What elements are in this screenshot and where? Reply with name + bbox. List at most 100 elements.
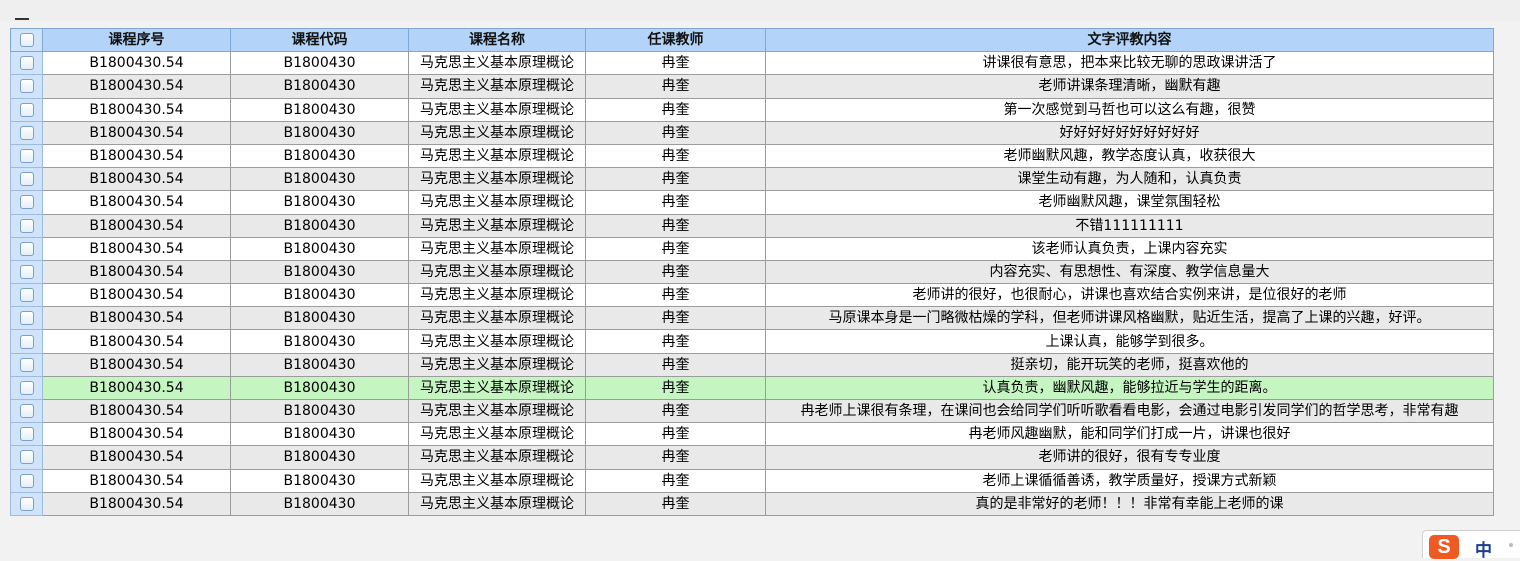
row-select-cell[interactable] xyxy=(10,306,43,331)
row-checkbox[interactable] xyxy=(19,288,34,303)
table-row[interactable]: B1800430.54 B1800430 马克思主义基本原理概论 冉奎 冉老师上课很有条… xyxy=(10,398,1494,424)
row-checkbox[interactable] xyxy=(19,56,34,71)
column-header-code[interactable]: 课程代码 xyxy=(230,27,409,53)
row-select-cell[interactable] xyxy=(10,375,43,401)
cell-teacher: 冉奎 xyxy=(585,74,766,99)
column-header-name[interactable]: 课程名称 xyxy=(408,27,586,53)
row-select-cell[interactable] xyxy=(10,468,43,493)
row-checkbox[interactable] xyxy=(19,149,34,164)
cell-seq: B1800430.54 xyxy=(42,329,231,354)
table-row[interactable]: B1800430.54 B1800430 马克思主义基本原理概论 冉奎 讲课很有意思，把… xyxy=(10,51,1494,76)
cell-name: 马克思主义基本原理概论 xyxy=(408,259,586,285)
row-select-cell[interactable] xyxy=(10,491,43,516)
table-row[interactable]: B1800430.54 B1800430 马克思主义基本原理概论 冉奎 老师讲课条理清晰… xyxy=(10,74,1494,99)
cell-code: B1800430 xyxy=(230,51,409,76)
row-checkbox[interactable] xyxy=(19,241,34,256)
row-select-cell[interactable] xyxy=(10,74,43,99)
ime-toolbar[interactable]: S 中 xyxy=(1422,530,1520,561)
table-row[interactable]: B1800430.54 B1800430 马克思主义基本原理概论 冉奎 挺亲切，能开玩笑… xyxy=(10,352,1494,377)
cell-code: B1800430 xyxy=(230,143,409,169)
cell-code: B1800430 xyxy=(230,468,409,493)
select-all-cell[interactable] xyxy=(10,27,43,53)
cell-code: B1800430 xyxy=(230,97,409,122)
table-row[interactable]: B1800430.54 B1800430 马克思主义基本原理概论 冉奎 老师讲的很好，很… xyxy=(10,445,1494,470)
row-select-cell[interactable] xyxy=(10,190,43,215)
cell-comment: 真的是非常好的老师！！！非常有幸能上老师的课 xyxy=(765,491,1494,516)
table-row[interactable]: B1800430.54 B1800430 马克思主义基本原理概论 冉奎 课堂生动有趣，为… xyxy=(10,167,1494,192)
row-checkbox[interactable] xyxy=(19,334,34,349)
row-select-cell[interactable] xyxy=(10,213,43,238)
column-header-comment[interactable]: 文字评教内容 xyxy=(765,27,1494,53)
row-checkbox[interactable] xyxy=(19,218,34,233)
cell-teacher: 冉奎 xyxy=(585,190,766,215)
table-row[interactable]: B1800430.54 B1800430 马克思主义基本原理概论 冉奎 上课认真，能够学… xyxy=(10,329,1494,354)
table-row[interactable]: B1800430.54 B1800430 马克思主义基本原理概论 冉奎 老师幽默风趣，教… xyxy=(10,143,1494,169)
cell-seq: B1800430.54 xyxy=(42,491,231,516)
sogou-logo-icon[interactable]: S xyxy=(1429,535,1459,559)
evaluation-table: 课程序号 课程代码 课程名称 任课教师 文字评教内容 B1800430.54 B1… xyxy=(10,27,1494,516)
column-header-teacher[interactable]: 任课教师 xyxy=(585,27,766,53)
table-row[interactable]: B1800430.54 B1800430 马克思主义基本原理概论 冉奎 第一次感觉到马哲… xyxy=(10,97,1494,122)
row-select-cell[interactable] xyxy=(10,259,43,285)
row-checkbox[interactable] xyxy=(19,195,34,210)
row-checkbox[interactable] xyxy=(19,172,34,187)
row-checkbox[interactable] xyxy=(19,404,34,419)
cell-comment: 第一次感觉到马哲也可以这么有趣，很赞 xyxy=(765,97,1494,122)
cell-seq: B1800430.54 xyxy=(42,74,231,99)
row-select-cell[interactable] xyxy=(10,120,43,145)
cell-seq: B1800430.54 xyxy=(42,375,231,401)
row-select-cell[interactable] xyxy=(10,143,43,169)
row-checkbox[interactable] xyxy=(19,311,34,326)
select-all-checkbox[interactable] xyxy=(19,33,34,48)
table-row[interactable]: B1800430.54 B1800430 马克思主义基本原理概论 冉奎 好好好好好好好好… xyxy=(10,120,1494,145)
cell-comment: 老师幽默风趣，教学态度认真，收获很大 xyxy=(765,143,1494,169)
row-select-cell[interactable] xyxy=(10,398,43,424)
table-row[interactable]: B1800430.54 B1800430 马克思主义基本原理概论 冉奎 老师幽默风趣，课… xyxy=(10,190,1494,215)
row-checkbox[interactable] xyxy=(19,473,34,488)
cell-name: 马克思主义基本原理概论 xyxy=(408,51,586,76)
row-checkbox[interactable] xyxy=(19,427,34,442)
table-row[interactable]: B1800430.54 B1800430 马克思主义基本原理概论 冉奎 不错111111… xyxy=(10,213,1494,238)
cell-comment: 老师讲的很好，也很耐心，讲课也喜欢结合实例来讲，是位很好的老师 xyxy=(765,283,1494,308)
cell-teacher: 冉奎 xyxy=(585,375,766,401)
table-row[interactable]: B1800430.54 B1800430 马克思主义基本原理概论 冉奎 该老师认真负责，… xyxy=(10,236,1494,261)
table-row[interactable]: B1800430.54 B1800430 马克思主义基本原理概论 冉奎 马原课本身是一门… xyxy=(10,306,1494,331)
row-select-cell[interactable] xyxy=(10,236,43,261)
collapse-toggle[interactable] xyxy=(15,18,29,20)
row-select-cell[interactable] xyxy=(10,283,43,308)
cell-teacher: 冉奎 xyxy=(585,167,766,192)
row-checkbox[interactable] xyxy=(19,125,34,140)
row-select-cell[interactable] xyxy=(10,97,43,122)
cell-code: B1800430 xyxy=(230,283,409,308)
table-row[interactable]: B1800430.54 B1800430 马克思主义基本原理概论 冉奎 真的是非常好的老… xyxy=(10,491,1494,516)
cell-seq: B1800430.54 xyxy=(42,352,231,377)
cell-comment: 好好好好好好好好好好 xyxy=(765,120,1494,145)
cell-seq: B1800430.54 xyxy=(42,120,231,145)
row-select-cell[interactable] xyxy=(10,445,43,470)
row-checkbox[interactable] xyxy=(19,264,34,279)
cell-name: 马克思主义基本原理概论 xyxy=(408,468,586,493)
row-select-cell[interactable] xyxy=(10,422,43,447)
cell-teacher: 冉奎 xyxy=(585,329,766,354)
row-checkbox[interactable] xyxy=(19,380,34,395)
row-select-cell[interactable] xyxy=(10,329,43,354)
cell-code: B1800430 xyxy=(230,329,409,354)
row-select-cell[interactable] xyxy=(10,352,43,377)
ime-language-indicator[interactable]: 中 xyxy=(1475,536,1492,561)
table-row[interactable]: B1800430.54 B1800430 马克思主义基本原理概论 冉奎 冉老师风趣幽默，… xyxy=(10,422,1494,447)
table-row[interactable]: B1800430.54 B1800430 马克思主义基本原理概论 冉奎 内容充实、有思想… xyxy=(10,259,1494,285)
row-checkbox[interactable] xyxy=(19,79,34,94)
row-checkbox[interactable] xyxy=(19,102,34,117)
cell-seq: B1800430.54 xyxy=(42,51,231,76)
table-row[interactable]: B1800430.54 B1800430 马克思主义基本原理概论 冉奎 认真负责，幽默风… xyxy=(10,375,1494,401)
cell-name: 马克思主义基本原理概论 xyxy=(408,190,586,215)
column-header-seq[interactable]: 课程序号 xyxy=(42,27,231,53)
cell-code: B1800430 xyxy=(230,167,409,192)
row-select-cell[interactable] xyxy=(10,51,43,76)
row-checkbox[interactable] xyxy=(19,357,34,372)
table-row[interactable]: B1800430.54 B1800430 马克思主义基本原理概论 冉奎 老师讲的很好，也… xyxy=(10,283,1494,308)
row-checkbox[interactable] xyxy=(19,496,34,511)
table-row[interactable]: B1800430.54 B1800430 马克思主义基本原理概论 冉奎 老师上课循循善诱… xyxy=(10,468,1494,493)
row-checkbox[interactable] xyxy=(19,450,34,465)
row-select-cell[interactable] xyxy=(10,167,43,192)
